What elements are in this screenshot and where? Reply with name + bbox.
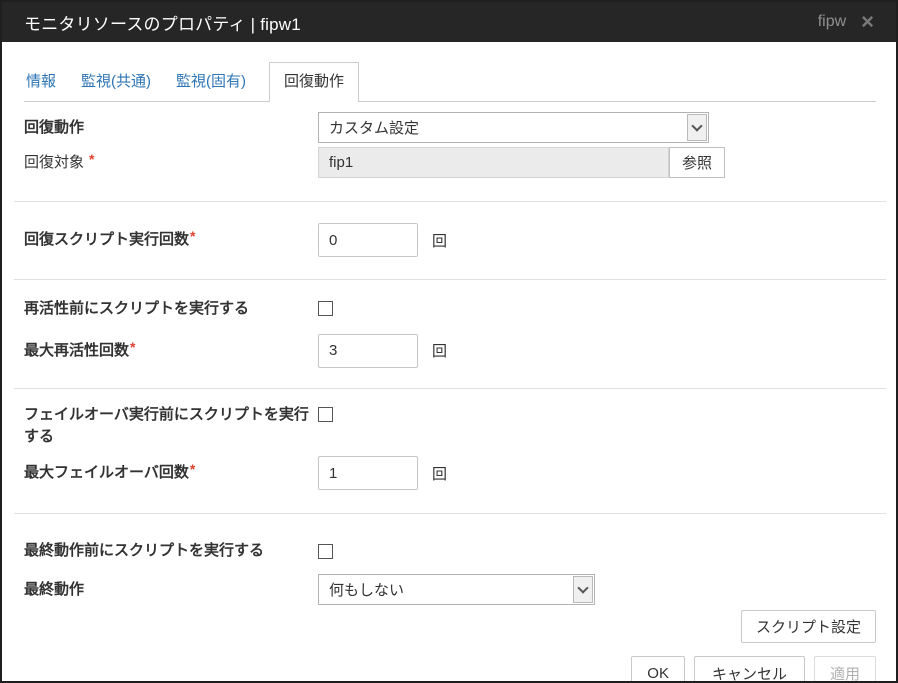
recovery-target-row: 回復対象* fip1 参照 (24, 147, 876, 178)
chevron-down-icon (687, 114, 707, 141)
script-settings-button[interactable]: スクリプト設定 (741, 610, 876, 643)
recovery-action-value: カスタム設定 (329, 117, 419, 138)
required-asterisk: * (190, 228, 195, 244)
section-divider (14, 513, 886, 514)
reactivation-script-label: 再活性前にスクリプトを実行する (24, 298, 318, 320)
recovery-script-count-row: 回復スクリプト実行回数* 回 (24, 223, 876, 257)
tab-monitor-common[interactable]: 監視(共通) (79, 63, 153, 101)
titlebar-right: fipw × (818, 13, 874, 31)
tab-recovery-action[interactable]: 回復動作 (269, 62, 359, 102)
dialog-content: 情報 監視(共通) 監視(固有) 回復動作 回復動作 カスタム設定 回復対象* … (2, 62, 896, 683)
final-action-row: 最終動作 何もしない (24, 574, 876, 605)
required-asterisk: * (130, 339, 135, 355)
max-failover-row: 最大フェイルオーバ回数* 回 (24, 456, 876, 490)
recovery-action-row: 回復動作 カスタム設定 (24, 112, 876, 143)
final-action-select[interactable]: 何もしない (318, 574, 595, 605)
recovery-target-field: fip1 (318, 147, 669, 178)
dialog-title: モニタリソースのプロパティ | fipw1 (24, 10, 301, 35)
failover-script-label: フェイルオーバ実行前にスクリプトを実行する (24, 404, 318, 448)
unit-label: 回 (432, 463, 447, 484)
recovery-script-count-input[interactable] (318, 223, 418, 257)
max-failover-label: 最大フェイルオーバ回数* (24, 462, 318, 484)
final-action-script-row: 最終動作前にスクリプトを実行する (24, 540, 876, 562)
chevron-down-icon (573, 576, 593, 603)
unit-label: 回 (432, 340, 447, 361)
recovery-script-count-label: 回復スクリプト実行回数* (24, 229, 318, 251)
max-failover-input[interactable] (318, 456, 418, 490)
reactivation-script-checkbox[interactable] (318, 301, 333, 316)
max-reactivation-input[interactable] (318, 334, 418, 368)
reactivation-script-row: 再活性前にスクリプトを実行する (24, 298, 876, 320)
max-reactivation-label: 最大再活性回数* (24, 340, 318, 362)
unit-label: 回 (432, 230, 447, 251)
section-divider (14, 201, 886, 202)
required-asterisk: * (190, 461, 195, 477)
section-divider (14, 279, 886, 280)
browse-button[interactable]: 参照 (669, 147, 725, 178)
monitor-resource-properties-dialog: モニタリソースのプロパティ | fipw1 fipw × 情報 監視(共通) 監… (0, 0, 898, 683)
recovery-action-label: 回復動作 (24, 117, 318, 139)
dialog-footer: OK キャンセル 適用 (24, 656, 876, 683)
final-action-script-checkbox[interactable] (318, 544, 333, 559)
recovery-action-select[interactable]: カスタム設定 (318, 112, 709, 143)
final-action-value: 何もしない (329, 579, 404, 600)
failover-script-row: フェイルオーバ実行前にスクリプトを実行する (24, 404, 876, 448)
recovery-target-label: 回復対象* (24, 152, 318, 174)
window-label: fipw (818, 13, 846, 31)
ok-button[interactable]: OK (631, 656, 685, 683)
close-icon[interactable]: × (861, 13, 874, 31)
tab-bar: 情報 監視(共通) 監視(固有) 回復動作 (24, 62, 876, 102)
failover-script-checkbox[interactable] (318, 407, 333, 422)
dialog-titlebar: モニタリソースのプロパティ | fipw1 fipw × (2, 2, 896, 42)
apply-button[interactable]: 適用 (814, 656, 876, 683)
tab-info[interactable]: 情報 (24, 63, 58, 101)
final-action-label: 最終動作 (24, 579, 318, 601)
cancel-button[interactable]: キャンセル (694, 656, 805, 683)
required-asterisk: * (89, 151, 94, 167)
script-settings-row: スクリプト設定 (24, 610, 876, 643)
section-divider (14, 388, 886, 389)
final-action-script-label: 最終動作前にスクリプトを実行する (24, 540, 318, 562)
max-reactivation-row: 最大再活性回数* 回 (24, 334, 876, 368)
tab-monitor-specific[interactable]: 監視(固有) (174, 63, 248, 101)
